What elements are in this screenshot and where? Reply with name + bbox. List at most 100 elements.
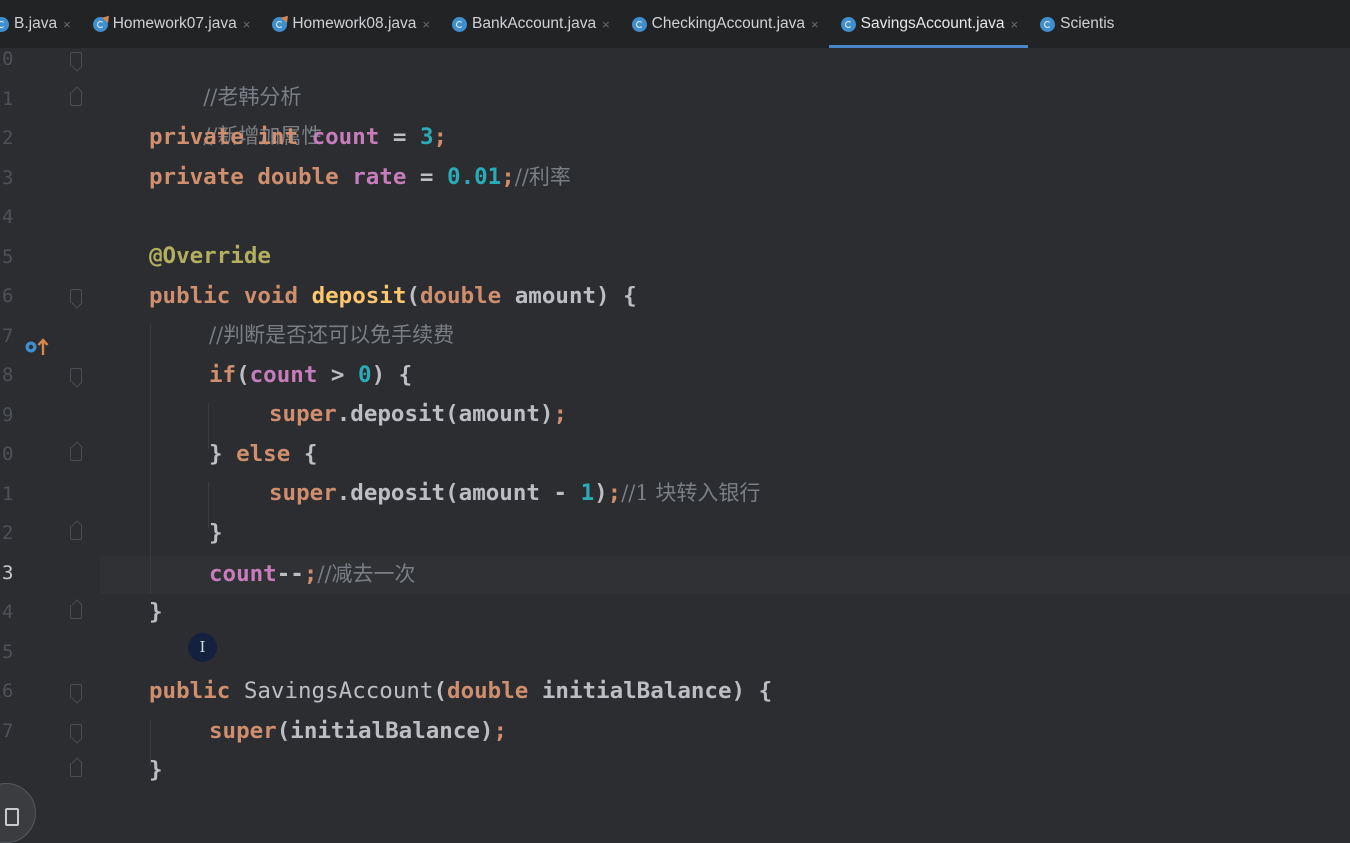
keyword: super [269,480,337,506]
tab-close-icon[interactable]: × [422,17,430,32]
parameter: initialBalance) { [541,678,773,704]
line-number[interactable]: 4 [2,593,30,631]
code-line[interactable]: //老韩分析 [149,40,301,109]
line-number[interactable]: 2 [2,119,30,157]
line-number[interactable]: 9 [2,396,30,434]
code-line[interactable]: public SavingsAccount(double initialBala… [149,672,772,710]
code-line[interactable]: } else { [209,435,317,473]
line-number[interactable]: 6 [2,277,30,315]
code-line[interactable]: private int count = 3; [149,118,447,156]
tab-checkingaccount-java[interactable]: CheckingAccount.java × [620,0,829,48]
keyword: private [149,124,244,150]
tab-savingsaccount-java[interactable]: SavingsAccount.java × [828,0,1029,48]
comment: //减去一次 [317,562,416,586]
semicolon: ; [303,561,318,587]
field-name: count [209,561,277,587]
keyword: void [243,283,299,309]
code-line[interactable]: super.deposit(amount); [269,395,567,433]
code-line[interactable]: //判断是否还可以免手续费 [209,316,454,354]
override-method-gutter-icon[interactable] [24,336,50,358]
fold-marker-icon[interactable] [70,91,82,106]
parameter: amount) { [514,283,637,309]
floating-assistant-icon[interactable] [0,783,36,843]
code-line[interactable]: super(initialBalance); [209,712,507,750]
fold-marker-icon[interactable] [70,289,82,303]
tab-close-icon[interactable]: × [1011,17,1019,32]
line-number[interactable]: 1 [2,80,30,118]
number-literal: 0.01 [447,164,502,190]
comment: //1 块转入银行 [621,481,761,505]
field-name: count [249,362,318,388]
code-editor[interactable]: 012345678901234567 //老韩分析 //新增加属性 privat… [0,48,1350,843]
tab-close-icon[interactable]: × [243,17,251,32]
fold-marker-icon[interactable] [70,447,82,461]
semicolon: ; [607,480,622,506]
fold-marker-icon[interactable] [70,368,82,382]
method-call: (initialBalance) [276,718,494,744]
line-number[interactable]: 1 [2,475,30,513]
operator: -- [276,561,304,587]
code-line[interactable]: } [209,514,223,552]
fold-marker-icon[interactable] [70,763,82,777]
keyword: super [269,401,337,427]
line-number[interactable]: 0 [2,40,30,78]
operator: = [379,124,420,150]
code-line-current[interactable]: count--;//减去一次 [209,555,416,593]
keyword: double [419,283,502,309]
code-line[interactable]: private double rate = 0.01;//利率 [149,158,571,196]
fold-marker-icon[interactable] [70,684,82,698]
tab-close-icon[interactable]: × [63,17,71,32]
line-number[interactable]: 2 [2,514,30,552]
fold-marker-icon[interactable] [70,723,82,738]
fold-marker-icon[interactable] [70,526,82,540]
line-number[interactable]: 8 [2,356,30,394]
annotation: @Override [149,243,271,269]
code-line[interactable]: //新增加属性 [149,79,322,148]
class-icon-with-override [92,16,108,32]
code-line[interactable]: } [149,593,163,631]
code-line[interactable]: } [149,751,163,789]
keyword: if [209,362,237,388]
keyword: super [209,718,277,744]
field-name: rate [352,164,407,190]
tab-close-icon[interactable]: × [811,17,819,32]
keyword: double [257,164,339,190]
keyword: int [257,124,299,150]
tab-close-icon[interactable]: × [602,17,610,32]
line-number[interactable]: 5 [2,633,30,671]
method-call: .deposit(amount - [336,480,581,506]
line-number[interactable]: 7 [2,712,30,750]
line-number[interactable]: 3 [2,554,30,592]
method-call: .deposit(amount) [336,401,554,427]
tab-bankaccount-java[interactable]: BankAccount.java × [440,0,620,48]
line-number[interactable]: 5 [2,238,30,276]
paren: ( [236,362,250,388]
class-icon [840,16,856,32]
class-icon [1040,16,1056,32]
code-line[interactable]: if(count > 0) { [209,356,412,394]
indent-guide [150,324,151,594]
current-line-highlight [0,556,1350,594]
number-literal: 1 [580,480,595,506]
line-number[interactable]: 4 [2,198,30,236]
line-number[interactable]: 6 [2,672,30,710]
fold-marker-icon[interactable] [70,605,82,619]
class-icon [631,16,647,32]
semicolon: ; [501,164,515,190]
code-line[interactable]: @Override [149,237,271,275]
class-icon [452,16,467,32]
line-number[interactable]: 0 [2,435,30,473]
line-number[interactable]: 3 [2,159,30,197]
brace: { [290,441,318,467]
fold-marker-icon[interactable] [70,52,82,66]
keyword: else [236,441,291,467]
class-icon-with-override [272,16,288,32]
paren: ( [406,283,420,309]
operator: = [406,164,448,190]
code-line[interactable]: public void deposit(double amount) { [149,277,637,315]
tab-label: SavingsAccount.java [860,15,1005,32]
keyword: public [149,283,231,309]
field-name: count [311,124,380,150]
code-line[interactable]: super.deposit(amount - 1);//1 块转入银行 [269,474,760,512]
tab-scientis[interactable]: Scientis [1028,0,1124,48]
